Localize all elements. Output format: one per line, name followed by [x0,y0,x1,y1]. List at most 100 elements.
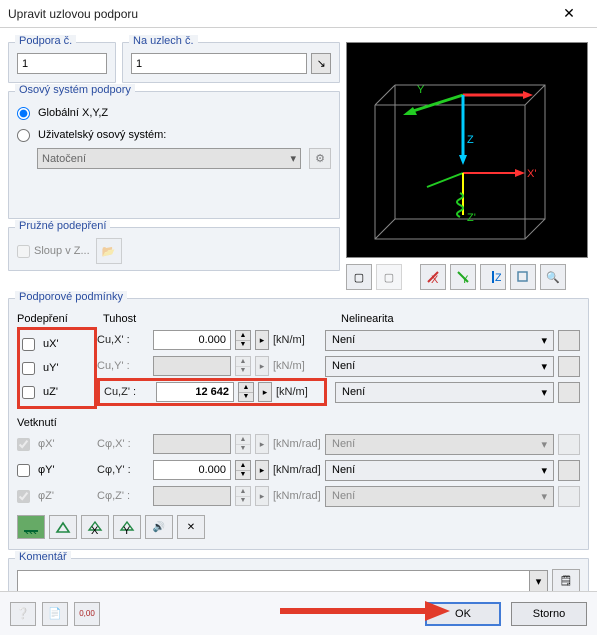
input-support-no[interactable] [17,53,107,74]
input-cuz[interactable] [156,382,234,402]
view-mode-2-button[interactable]: ▢ [376,264,402,290]
combo-nl-phix: Není▾ [325,434,554,455]
stepout-cphix: ▸ [255,434,269,454]
comment-pick-button[interactable]: 🗒 [552,569,580,593]
support-fixed-button[interactable] [17,515,45,539]
combo-nl-phiy[interactable]: Není▾ [325,460,554,481]
unit-cuy: [kN/m] [273,360,321,372]
close-button[interactable]: ✕ [549,2,589,26]
details-button[interactable]: 📄 [42,602,68,626]
nl-edit-uz[interactable] [558,382,580,403]
support-type-toolbar: X Y 🔊 ✕ [17,515,580,539]
stepout-cphiz: ▸ [255,486,269,506]
unit-cphiz: [kNm/rad] [273,490,321,502]
combo-comment[interactable]: ▾ [17,570,548,592]
nl-edit-uy[interactable] [558,356,580,377]
nl-edit-phiz [558,486,580,507]
check-uy[interactable]: uY' [22,356,98,380]
view-zoom-button[interactable]: 🔍 [540,264,566,290]
view-y-button[interactable]: Y [450,264,476,290]
check-phiy[interactable]: φY' [17,464,93,477]
unit-cuz: [kN/m] [276,386,320,398]
nl-edit-ux[interactable] [558,330,580,351]
spinner-cphiz: ▲▼ [235,486,251,506]
svg-text:Z: Z [495,272,501,284]
stepout-cuz[interactable]: ▸ [258,382,272,402]
support-sound-button[interactable]: 🔊 [145,515,173,539]
combo-nl-phiz: Není▾ [325,486,554,507]
label-support-conditions: Podporové podmínky [15,291,127,303]
label-cux: Cu,X' : [97,334,149,346]
support-roller-y-button[interactable]: Y [113,515,141,539]
input-cuy [153,356,231,376]
header-stiffness: Tuhost [103,313,341,325]
svg-text:X: X [91,525,99,534]
label-spring-support: Pružné podepření [15,220,110,232]
group-axis-system: Osový systém podpory Globální X,Y,Z Uživ… [8,91,340,219]
check-ux[interactable]: uX' [22,332,98,356]
unit-cux: [kN/m] [273,334,321,346]
highlight-cuz-row: Cu,Z' : ▲▼ ▸ [kN/m] [97,378,327,406]
check-uz[interactable]: uZ' [22,380,98,404]
label-cphiy: Cφ,Y' : [97,464,149,476]
svg-text:Z': Z' [467,212,476,224]
label-cphix: Cφ,X' : [97,438,149,450]
label-cuz: Cu,Z' : [104,386,152,398]
label-axis-system: Osový systém podpory [15,84,135,96]
view-mode-1-button[interactable]: ▢ [346,264,372,290]
radio-global-xyz[interactable]: Globální X,Y,Z [17,102,331,124]
input-cphix [153,434,231,454]
radio-user-axis[interactable]: Uživatelský osový systém: [17,124,331,146]
svg-text:Z: Z [467,134,474,146]
header-nonlinear: Nelinearita [341,313,580,325]
dialog-footer: ❔ 📄 0,00 OK Storno [0,591,597,635]
combo-nl-uy[interactable]: Není▾ [325,356,554,377]
group-on-nodes: Na uzlech č. ↘ [122,42,340,83]
spinner-cphiy[interactable]: ▲▼ [235,460,251,480]
stepout-cux[interactable]: ▸ [255,330,269,350]
input-cux[interactable] [153,330,231,350]
check-column-z: Sloup v Z... [17,245,90,258]
support-roller-x-button[interactable]: X [81,515,109,539]
spinner-cuz[interactable]: ▲▼ [238,382,254,402]
stepout-cuy: ▸ [255,356,269,376]
spinner-cux[interactable]: ▲▼ [235,330,251,350]
input-on-nodes[interactable] [131,53,307,74]
group-spring-support: Pružné podepření Sloup v Z... 📂 [8,227,340,271]
annotation-arrow-icon [280,601,450,621]
svg-text:Y: Y [461,274,469,285]
view-iso-button[interactable] [510,264,536,290]
header-restraint: Podepření [17,313,103,325]
label-cphiz: Cφ,Z' : [97,490,149,502]
cancel-button[interactable]: Storno [511,602,587,626]
svg-text:Y: Y [417,84,425,96]
help-button[interactable]: ❔ [10,602,36,626]
combo-rotation: Natočení▾ [37,148,301,169]
view-x-button[interactable]: X [420,264,446,290]
preview-toolbar: ▢ ▢ X Y Z 🔍 [346,264,588,290]
edit-rotation-button: ⚙ [309,148,331,169]
input-comment[interactable] [18,571,529,591]
header-rotation: Vetknutí [17,417,580,429]
chevron-down-icon[interactable]: ▾ [529,571,547,591]
group-support-conditions: Podporové podmínky Podepření Tuhost Neli… [8,298,589,550]
support-clear-button[interactable]: ✕ [177,515,205,539]
combo-nl-uz[interactable]: Není▾ [335,382,554,403]
support-hinged-button[interactable] [49,515,77,539]
unit-cphiy: [kNm/rad] [273,464,321,476]
unit-cphix: [kNm/rad] [273,438,321,450]
preview-3d[interactable]: Y Z X' Z' [346,42,588,258]
units-button[interactable]: 0,00 [74,602,100,626]
stepout-cphiy[interactable]: ▸ [255,460,269,480]
titlebar: Upravit uzlovou podporu ✕ [0,0,597,28]
svg-text:X': X' [527,168,536,180]
input-cphiy[interactable] [153,460,231,480]
label-support-no: Podpora č. [15,35,76,47]
window-title: Upravit uzlovou podporu [8,7,138,21]
combo-nl-ux[interactable]: Není▾ [325,330,554,351]
view-z-button[interactable]: Z [480,264,506,290]
nl-edit-phiy[interactable] [558,460,580,481]
check-phix: φX' [17,438,93,451]
pick-nodes-button[interactable]: ↘ [311,53,331,74]
spinner-cuy: ▲▼ [235,356,251,376]
